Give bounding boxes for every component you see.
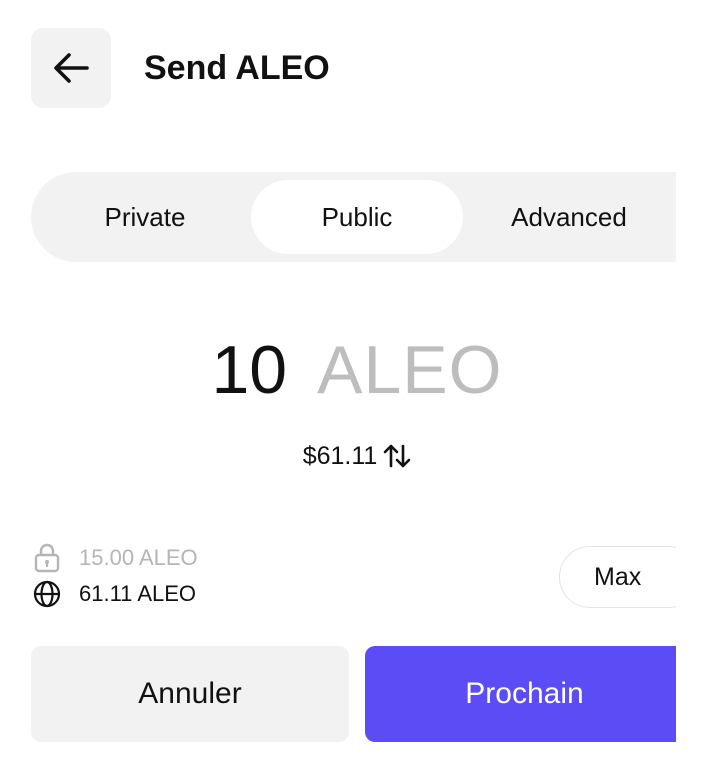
viewport-edge [676,0,714,773]
tab-public[interactable]: Public [251,180,463,254]
public-balance: 61.11 ALEO [33,580,196,608]
tab-private[interactable]: Private [39,180,251,254]
fiat-value: $61.11 [302,441,378,470]
amount-input[interactable]: 10 ALEO [0,330,714,410]
public-balance-value: 61.11 ALEO [79,581,197,606]
private-balance-value: 15.00 ALEO [79,545,198,570]
amount-unit: ALEO [317,332,503,408]
private-balance: 15.00 ALEO [33,543,198,573]
send-screen: Send ALEO Private Public Advanced 10 ALE… [0,0,714,773]
cancel-button[interactable]: Annuler [31,646,349,742]
send-type-tabs: Private Public Advanced [31,172,714,262]
lock-icon [34,543,60,573]
next-button[interactable]: Prochain [365,646,676,742]
page-title: Send ALEO [144,49,330,87]
globe-icon [33,580,61,608]
arrow-left-icon [54,53,89,83]
fiat-equivalent: $61.11 [0,438,714,474]
swap-vertical-icon[interactable] [383,443,411,469]
back-button[interactable] [31,28,111,108]
tab-advanced[interactable]: Advanced [463,180,675,254]
amount-value[interactable]: 10 [211,330,287,410]
